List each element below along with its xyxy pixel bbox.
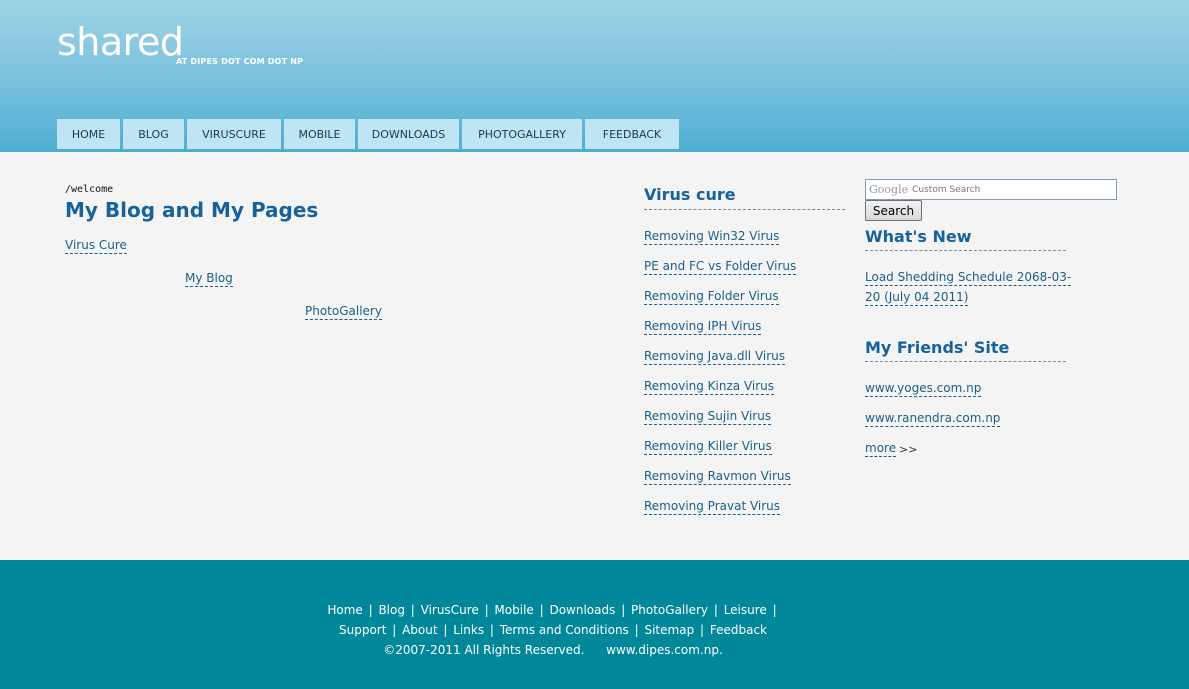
main-content: /welcome My Blog and My Pages Virus Cure… — [0, 152, 1189, 560]
footer-links-row2: Support | About | Links | Terms and Cond… — [338, 623, 768, 637]
nav-blog[interactable]: BLOG — [123, 119, 184, 149]
footer-copyright-row: ©2007-2011 All Rights Reserved. www.dipe… — [0, 643, 1106, 657]
friends-divider — [865, 361, 1066, 362]
virus-link-kinza[interactable]: Removing Kinza Virus — [644, 379, 775, 395]
site-tagline: AT DIPES DOT COM DOT NP — [176, 57, 304, 66]
more-link[interactable]: more — [865, 441, 897, 457]
nav-home[interactable]: HOME — [57, 119, 120, 149]
footer-link-mobile[interactable]: Mobile — [494, 603, 533, 617]
whats-new-link-line2[interactable]: 20 (July 04 2011) — [865, 290, 969, 306]
footer-link-links[interactable]: Links — [453, 623, 484, 637]
search-input[interactable]: Google Custom Search — [865, 179, 1117, 200]
footer-link-photogallery[interactable]: PhotoGallery — [631, 603, 708, 617]
footer-link-blog[interactable]: Blog — [378, 603, 405, 617]
virus-link-pravat[interactable]: Removing Pravat Virus — [644, 499, 781, 515]
virus-cure-heading: Virus cure — [644, 185, 736, 204]
footer-link-feedback[interactable]: Feedback — [710, 623, 767, 637]
footer-copyright: ©2007-2011 All Rights Reserved. — [383, 643, 585, 657]
virus-link-folder[interactable]: Removing Folder Virus — [644, 289, 779, 305]
link-my-blog[interactable]: My Blog — [185, 271, 233, 287]
footer-link-leisure[interactable]: Leisure — [724, 603, 767, 617]
site-footer: Home | Blog | VirusCure | Mobile | Downl… — [0, 560, 1189, 689]
virus-link-win32[interactable]: Removing Win32 Virus — [644, 229, 780, 245]
page-title: My Blog and My Pages — [65, 198, 319, 222]
link-virus-cure[interactable]: Virus Cure — [65, 238, 127, 254]
link-photogallery[interactable]: PhotoGallery — [305, 304, 382, 320]
footer-links-row1: Home | Blog | VirusCure | Mobile | Downl… — [327, 603, 777, 617]
virus-link-killer[interactable]: Removing Killer Virus — [644, 439, 772, 455]
breadcrumb: /welcome — [65, 184, 114, 195]
more-arrows: >> — [899, 443, 918, 456]
virus-cure-divider — [644, 209, 845, 210]
nav-viruscure[interactable]: VIRUSCURE — [187, 119, 281, 149]
footer-link-viruscure[interactable]: VirusCure — [421, 603, 479, 617]
footer-link-sitemap[interactable]: Sitemap — [644, 623, 694, 637]
footer-link-about[interactable]: About — [402, 623, 437, 637]
virus-link-java-dll[interactable]: Removing Java.dll Virus — [644, 349, 786, 365]
main-nav: HOME BLOG VIRUSCURE MOBILE DOWNLOADS PHO… — [57, 119, 682, 149]
footer-link-home[interactable]: Home — [327, 603, 362, 617]
site-title[interactable]: shared — [57, 20, 184, 64]
virus-link-iph[interactable]: Removing IPH Virus — [644, 319, 762, 335]
friends-heading: My Friends' Site — [865, 338, 1010, 357]
friend-link-yoges[interactable]: www.yoges.com.np — [865, 381, 982, 397]
search-placeholder: Custom Search — [912, 184, 981, 195]
nav-photogallery[interactable]: PHOTOGALLERY — [462, 119, 582, 149]
friend-link-ranendra[interactable]: www.ranendra.com.np — [865, 411, 1001, 427]
virus-link-pe-fc[interactable]: PE and FC vs Folder Virus — [644, 259, 797, 275]
virus-link-sujin[interactable]: Removing Sujin Virus — [644, 409, 772, 425]
whats-new-heading: What's New — [865, 227, 972, 246]
footer-link-support[interactable]: Support — [339, 623, 386, 637]
site-header: shared AT DIPES DOT COM DOT NP HOME BLOG… — [0, 0, 1189, 152]
nav-downloads[interactable]: DOWNLOADS — [358, 119, 459, 149]
virus-link-ravmon[interactable]: Removing Ravmon Virus — [644, 469, 791, 485]
footer-link-downloads[interactable]: Downloads — [549, 603, 615, 617]
footer-domain-link[interactable]: www.dipes.com.np. — [606, 643, 723, 657]
whats-new-divider — [865, 250, 1066, 251]
footer-link-terms[interactable]: Terms and Conditions — [500, 623, 629, 637]
nav-feedback[interactable]: FEEDBACK — [585, 119, 679, 149]
whats-new-link-line1[interactable]: Load Shedding Schedule 2068-03- — [865, 270, 1072, 286]
google-logo: Google — [869, 183, 909, 196]
search-button[interactable]: Search — [865, 200, 922, 221]
nav-mobile[interactable]: MOBILE — [284, 119, 355, 149]
